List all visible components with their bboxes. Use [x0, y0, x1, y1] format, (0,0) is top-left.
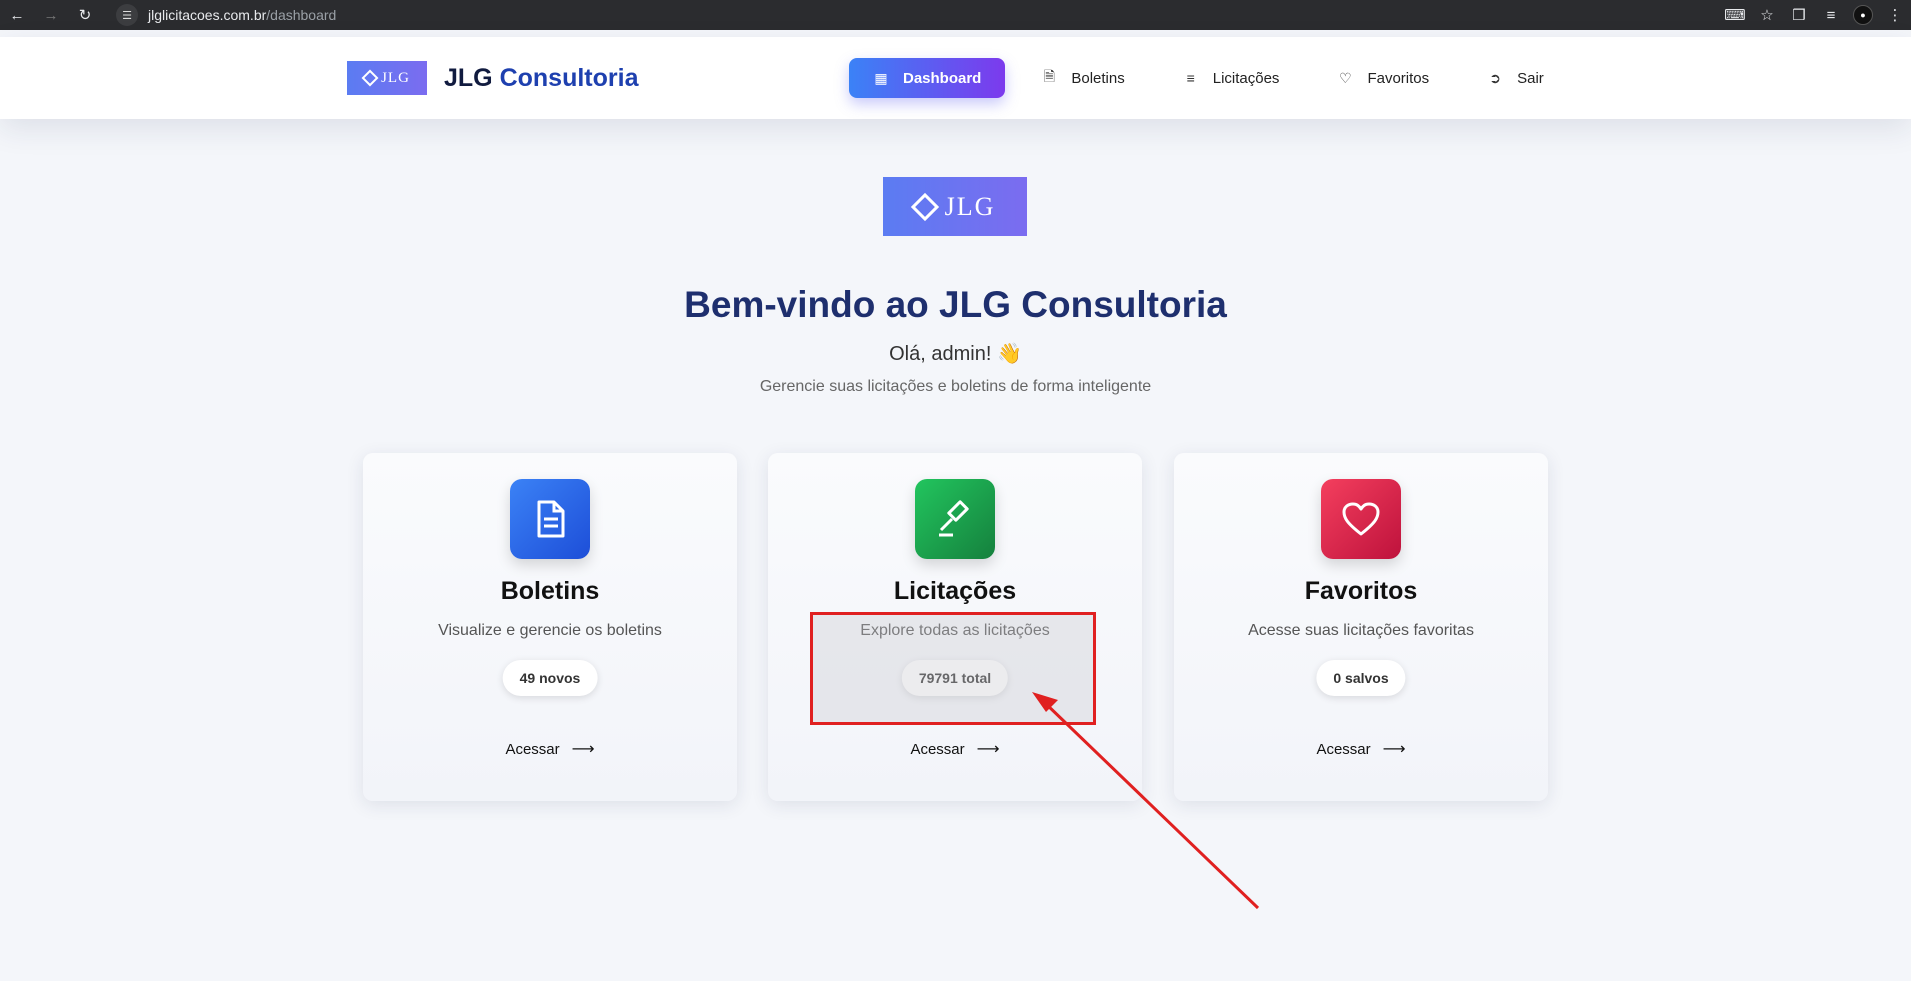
address-bar[interactable]: ☰ jlglicitacoes.com.br/dashboard: [116, 2, 1616, 28]
nav-licitacoes-label: Licitações: [1212, 69, 1280, 87]
card-favoritos[interactable]: Favoritos Acesse suas licitações favorit…: [1174, 453, 1548, 801]
nav-sair-label: Sair: [1517, 69, 1544, 87]
document-icon: [510, 479, 590, 559]
status-badge: 49 novos: [502, 660, 598, 696]
bookmark-star-icon[interactable]: ☆: [1751, 0, 1783, 30]
logo-diamond-icon: [910, 192, 939, 221]
page-title: Bem-vindo ao JLG Consultoria: [684, 284, 1227, 325]
url-host: jlglicitacoes.com.br: [148, 7, 267, 23]
arrow-right-icon: ⟶: [976, 741, 1000, 758]
reload-icon[interactable]: ↻: [68, 0, 102, 30]
brand-name-part1: JLG: [444, 63, 500, 92]
media-queue-icon[interactable]: ≡: [1815, 0, 1847, 30]
hero-logo: JLG: [883, 177, 1027, 236]
heart-icon: ♡: [1339, 69, 1352, 86]
gavel-icon: [915, 479, 995, 559]
extensions-icon[interactable]: ❒: [1783, 0, 1815, 30]
back-icon[interactable]: ←: [0, 0, 34, 30]
access-link[interactable]: Acessar ⟶: [1174, 739, 1548, 759]
access-label: Acessar: [505, 741, 560, 758]
logout-icon: ➲: [1489, 69, 1501, 86]
document-icon: 🗎: [1043, 68, 1055, 84]
url-path: /dashboard: [266, 7, 337, 23]
profile-avatar[interactable]: ●: [1847, 0, 1879, 30]
page-subtitle: Gerencie suas licitações e boletins de f…: [759, 378, 1152, 395]
nav-favoritos[interactable]: ♡ Favoritos: [1315, 58, 1451, 98]
brand-name-part2: Consultoria: [499, 63, 639, 92]
access-label: Acessar: [1316, 741, 1371, 758]
logo-diamond-icon: [361, 69, 379, 87]
card-description: Acesse suas licitações favoritas: [1248, 622, 1474, 639]
arrow-right-icon: ⟶: [571, 741, 595, 758]
card-title: Favoritos: [1304, 577, 1418, 605]
nav-sair[interactable]: ➲ Sair: [1465, 58, 1566, 98]
hero-logo-text: JLG: [944, 191, 996, 221]
nav-licitacoes[interactable]: ≡ Licitações: [1161, 58, 1302, 98]
brand[interactable]: JLG JLG Consultoria: [347, 61, 638, 95]
site-info-icon[interactable]: ☰: [116, 4, 138, 26]
greeting: Olá, admin! 👋: [889, 343, 1022, 365]
heart-icon: [1321, 479, 1401, 559]
card-title: Boletins: [500, 577, 600, 605]
nav-boletins[interactable]: 🗎 Boletins: [1019, 58, 1146, 98]
forward-icon[interactable]: →: [34, 0, 68, 30]
card-description: Visualize e gerencie os boletins: [438, 622, 662, 639]
browser-toolbar: ← → ↻ ☰ jlglicitacoes.com.br/dashboard ⌨…: [0, 0, 1911, 30]
status-badge: 0 salvos: [1316, 660, 1406, 696]
access-link[interactable]: Acessar ⟶: [363, 739, 737, 759]
brand-logo: JLG: [347, 61, 427, 95]
brand-logo-text: JLG: [381, 69, 410, 86]
brand-name: JLG Consultoria: [444, 64, 638, 93]
nav-boletins-label: Boletins: [1071, 69, 1125, 87]
arrow-right-icon: ⟶: [1382, 741, 1406, 758]
list-icon: ≡: [1186, 70, 1195, 86]
annotation-highlight-box: [810, 612, 1096, 725]
nav-dashboard-label: Dashboard: [903, 69, 982, 87]
browser-actions: ⌨ ☆ ❒ ≡ ● ⋮: [1719, 0, 1911, 30]
card-boletins[interactable]: Boletins Visualize e gerencie os boletin…: [363, 453, 737, 801]
access-link[interactable]: Acessar ⟶: [768, 739, 1142, 759]
access-label: Acessar: [910, 741, 965, 758]
nav-favoritos-label: Favoritos: [1367, 69, 1430, 87]
main-nav: ▦ Dashboard 🗎 Boletins ≡ Licitações ♡ Fa…: [849, 58, 1580, 98]
nav-dashboard[interactable]: ▦ Dashboard: [849, 58, 1006, 98]
menu-kebab-icon[interactable]: ⋮: [1879, 0, 1911, 30]
card-title: Licitações: [893, 577, 1017, 605]
app-header: JLG JLG Consultoria ▦ Dashboard 🗎 Boleti…: [0, 37, 1911, 119]
grid-icon: ▦: [874, 69, 888, 86]
translate-icon[interactable]: ⌨: [1719, 0, 1751, 30]
